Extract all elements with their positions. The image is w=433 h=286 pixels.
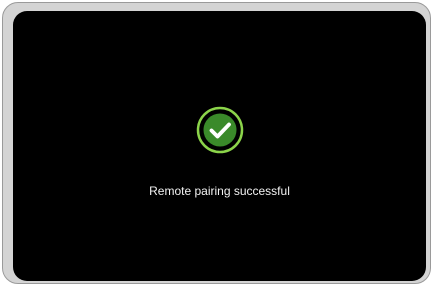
pairing-status-message: Remote pairing successful	[149, 184, 290, 198]
screen: Remote pairing successful	[13, 11, 426, 281]
check-circle-icon	[196, 106, 244, 154]
device-frame: Remote pairing successful	[2, 2, 431, 284]
